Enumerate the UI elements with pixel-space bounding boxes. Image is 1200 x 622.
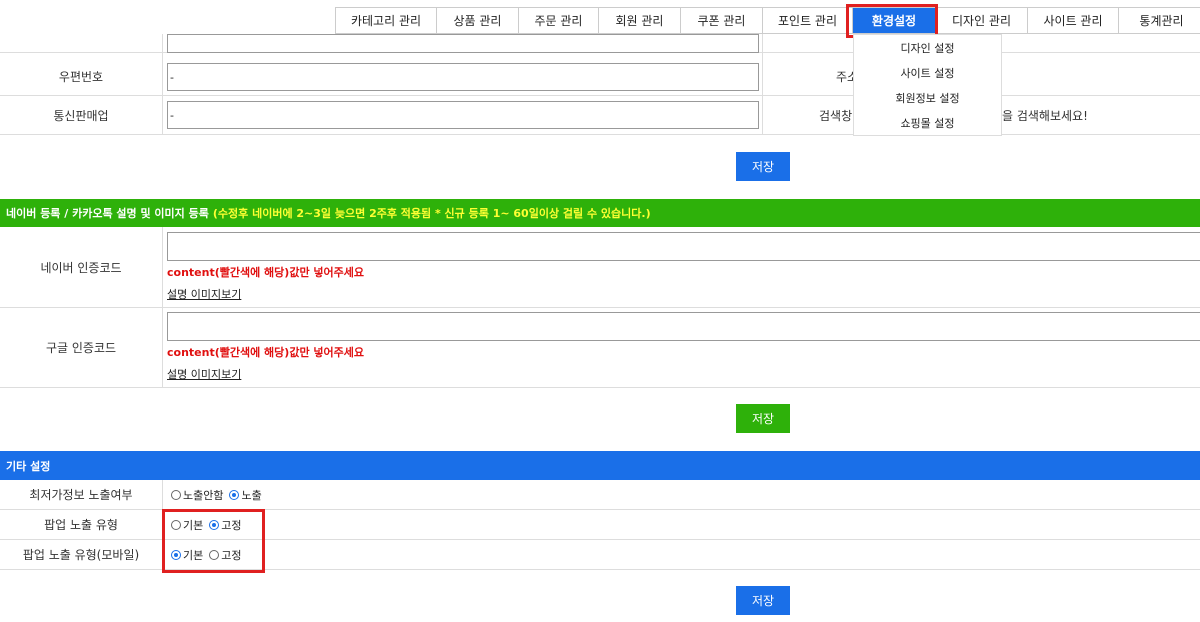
google-code-hint: content(빨간색에 해당)값만 넣어주세요 [167, 346, 364, 359]
save-button-top[interactable]: 저장 [736, 152, 790, 181]
postcode-input[interactable]: - [167, 63, 759, 91]
nav-design[interactable]: 디자인 관리 [935, 7, 1028, 34]
popup-mobile-option-fixed[interactable]: 고정 [209, 547, 242, 563]
popup-mobile-radio-group: 기본 고정 [171, 540, 248, 569]
radio-checked-icon[interactable] [209, 519, 220, 530]
naver-code-label: 네이버 인증코드 [40, 260, 122, 275]
radio-icon[interactable] [171, 489, 181, 500]
divider [0, 134, 1200, 135]
popup-option-basic[interactable]: 기본 [171, 517, 203, 533]
radio-checked-icon[interactable] [229, 489, 240, 500]
ecommerce-input[interactable]: - [167, 101, 759, 129]
partial-field-input[interactable] [167, 34, 759, 53]
divider [162, 480, 163, 570]
option-label: 고정 [221, 548, 242, 562]
google-code-input[interactable] [167, 312, 1200, 341]
radio-checked-icon[interactable] [171, 549, 181, 560]
option-label: 고정 [221, 518, 242, 532]
divider [0, 387, 1200, 388]
lowest-price-option-hide[interactable]: 노출안함 [171, 487, 223, 503]
popup-mobile-type-label: 팝업 노출 유형(모바일) [22, 548, 140, 562]
popup-option-fixed[interactable]: 고정 [209, 517, 242, 533]
divider [162, 34, 163, 134]
etc-header-title: 기타 설정 [6, 459, 51, 473]
save-button-verification[interactable]: 저장 [736, 404, 790, 433]
option-label: 기본 [183, 518, 204, 532]
google-help-image-link[interactable]: 설명 이미지보기 [167, 366, 241, 382]
naver-code-hint: content(빨간색에 해당)값만 넣어주세요 [167, 266, 364, 279]
popup-type-label: 팝업 노출 유형 [44, 518, 118, 532]
nav-coupon[interactable]: 쿠폰 관리 [680, 7, 763, 34]
radio-icon[interactable] [209, 549, 220, 560]
nav-stats[interactable]: 통계관리 [1118, 7, 1200, 34]
lowest-price-label: 최저가정보 노출여부 [29, 488, 133, 502]
lowest-price-radio-group: 노출안함 노출 [171, 480, 268, 509]
save-button-etc[interactable]: 저장 [736, 586, 790, 615]
dropdown-site-settings[interactable]: 사이트 설정 [854, 60, 1001, 85]
naver-code-input[interactable] [167, 232, 1200, 261]
nav-product[interactable]: 상품 관리 [436, 7, 519, 34]
ecommerce-label: 통신판매업 [53, 108, 109, 123]
google-code-label: 구글 인증코드 [45, 340, 117, 355]
dropdown-mall-settings[interactable]: 쇼핑몰 설정 [854, 110, 1001, 135]
option-label: 기본 [183, 548, 204, 562]
naver-help-image-link[interactable]: 설명 이미지보기 [167, 286, 241, 302]
lowest-price-option-show[interactable]: 노출 [229, 487, 262, 503]
option-label: 노출 [241, 488, 262, 502]
nav-point[interactable]: 포인트 관리 [762, 7, 853, 34]
postcode-label: 우편번호 [58, 70, 104, 84]
nav-site[interactable]: 사이트 관리 [1027, 7, 1119, 34]
verification-header-title: 네이버 등록 / 카카오톡 설명 및 이미지 등록 [6, 207, 209, 220]
divider [0, 307, 1200, 308]
option-label: 노출안함 [183, 488, 224, 502]
popup-mobile-option-basic[interactable]: 기본 [171, 547, 203, 563]
nav-member[interactable]: 회원 관리 [598, 7, 681, 34]
divider [762, 34, 763, 134]
divider [0, 569, 1200, 570]
nav-order[interactable]: 주문 관리 [518, 7, 599, 34]
nav-settings[interactable]: 환경설정 [852, 7, 936, 34]
settings-dropdown: 디자인 설정 사이트 설정 회원정보 설정 쇼핑몰 설정 [853, 34, 1002, 136]
top-nav: 카테고리 관리 상품 관리 주문 관리 회원 관리 쿠폰 관리 포인트 관리 환… [335, 7, 1200, 34]
search-hint: 을 검색해보세요! [1002, 108, 1088, 123]
dropdown-design-settings[interactable]: 디자인 설정 [854, 35, 1001, 60]
popup-type-radio-group: 기본 고정 [171, 510, 248, 539]
etc-section-header: 기타 설정 [0, 451, 1200, 480]
nav-category[interactable]: 카테고리 관리 [335, 7, 437, 34]
verification-section-header: 네이버 등록 / 카카오톡 설명 및 이미지 등록 (수정후 네이버에 2~3일… [0, 199, 1200, 227]
dropdown-member-settings[interactable]: 회원정보 설정 [854, 85, 1001, 110]
radio-icon[interactable] [171, 519, 181, 530]
verification-header-note: (수정후 네이버에 2~3일 늦으면 2주후 적용됨 * 신규 등록 1~ 60… [212, 207, 651, 220]
